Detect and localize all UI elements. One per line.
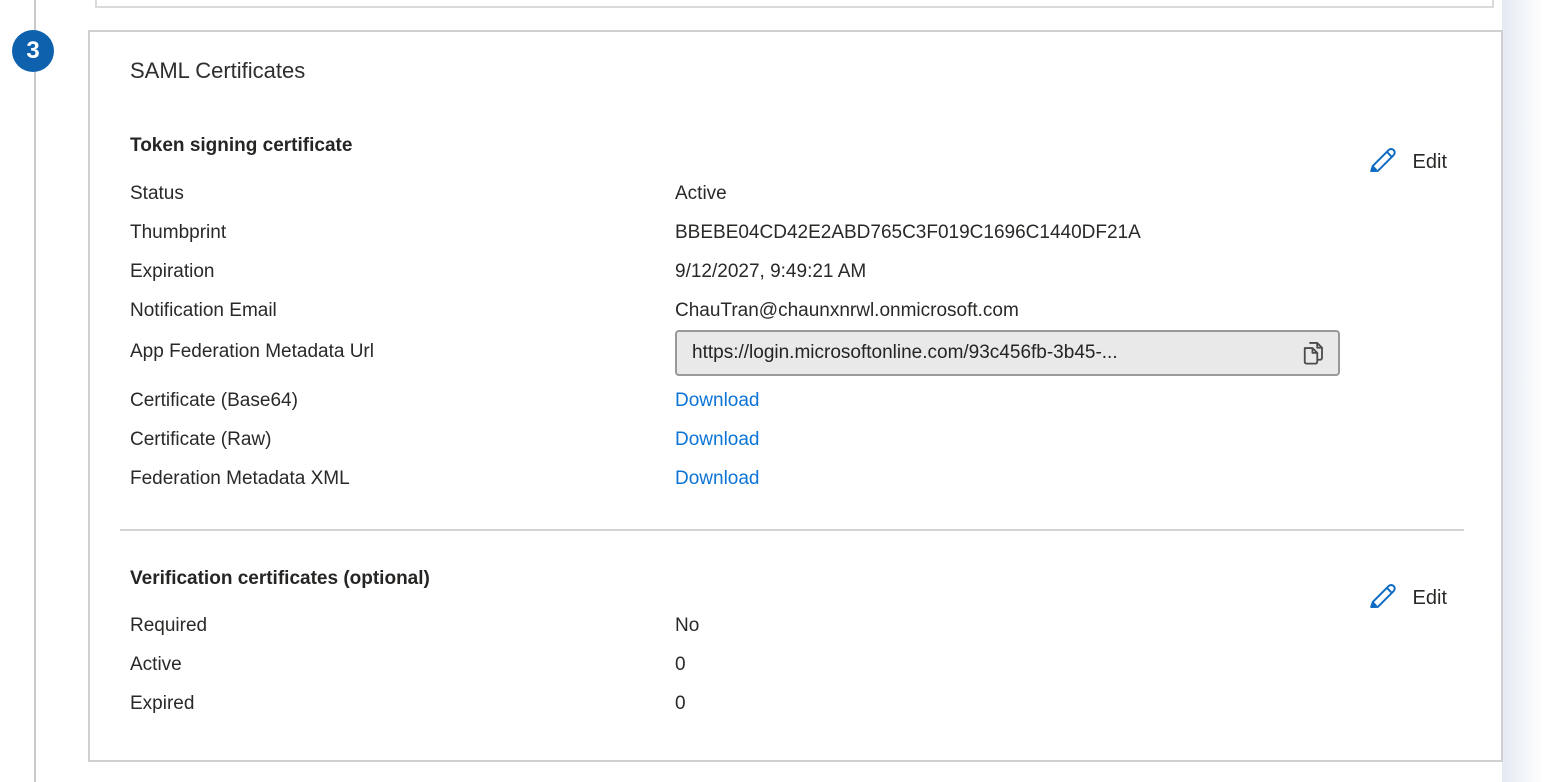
step-number: 3	[26, 37, 39, 65]
field-value: 0	[675, 693, 686, 715]
field-label: Expired	[130, 693, 675, 715]
field-label: Certificate (Raw)	[130, 429, 675, 451]
expired-row: Expired 0	[130, 693, 686, 723]
field-value: 0	[675, 654, 686, 676]
token-signing-heading: Token signing certificate	[130, 135, 352, 157]
active-row: Active 0	[130, 654, 686, 684]
card-title: SAML Certificates	[130, 58, 305, 84]
url-field-value: https://login.microsoftonline.com/93c456…	[692, 342, 1298, 364]
field-label: Active	[130, 654, 675, 676]
federation-metadata-xml-row: Federation Metadata XML Download	[130, 468, 760, 498]
pencil-icon	[1367, 581, 1397, 616]
field-value: 9/12/2027, 9:49:21 AM	[675, 261, 866, 283]
thumbprint-row: Thumbprint BBEBE04CD42E2ABD765C3F019C169…	[130, 222, 1141, 252]
verification-edit-button[interactable]: Edit	[1367, 580, 1447, 616]
field-value: BBEBE04CD42E2ABD765C3F019C1696C1440DF21A	[675, 222, 1141, 244]
app-federation-metadata-url-field[interactable]: https://login.microsoftonline.com/93c456…	[675, 330, 1340, 376]
token-signing-edit-button[interactable]: Edit	[1367, 144, 1447, 180]
expiration-row: Expiration 9/12/2027, 9:49:21 AM	[130, 261, 866, 291]
field-label: Expiration	[130, 261, 675, 283]
status-row: Status Active	[130, 183, 727, 213]
certificate-raw-row: Certificate (Raw) Download	[130, 429, 760, 459]
step-number-badge: 3	[12, 30, 54, 72]
pencil-icon	[1367, 145, 1397, 180]
copy-icon[interactable]	[1298, 338, 1328, 368]
edit-button-label: Edit	[1413, 151, 1447, 174]
app-federation-metadata-url-row: App Federation Metadata Url	[130, 341, 675, 371]
previous-step-card-edge	[95, 0, 1494, 8]
step-connector-line	[34, 0, 36, 782]
page-right-shade	[1502, 0, 1544, 782]
verification-certificates-heading: Verification certificates (optional)	[130, 568, 430, 590]
saml-certificates-card: SAML Certificates Token signing certific…	[88, 30, 1503, 762]
field-label: Federation Metadata XML	[130, 468, 675, 490]
field-label: Certificate (Base64)	[130, 390, 675, 412]
notification-email-row: Notification Email ChauTran@chaunxnrwl.o…	[130, 300, 1019, 330]
field-label: Status	[130, 183, 675, 205]
download-link[interactable]: Download	[675, 390, 760, 411]
field-label: Thumbprint	[130, 222, 675, 244]
field-value: ChauTran@chaunxnrwl.onmicrosoft.com	[675, 300, 1019, 322]
download-link[interactable]: Download	[675, 468, 760, 489]
required-row: Required No	[130, 615, 699, 645]
download-link[interactable]: Download	[675, 429, 760, 450]
field-value: No	[675, 615, 699, 637]
section-divider	[120, 529, 1464, 531]
edit-button-label: Edit	[1413, 587, 1447, 610]
field-label: Notification Email	[130, 300, 675, 322]
field-label: App Federation Metadata Url	[130, 341, 675, 363]
field-value: Active	[675, 183, 727, 205]
certificate-base64-row: Certificate (Base64) Download	[130, 390, 760, 420]
field-label: Required	[130, 615, 675, 637]
